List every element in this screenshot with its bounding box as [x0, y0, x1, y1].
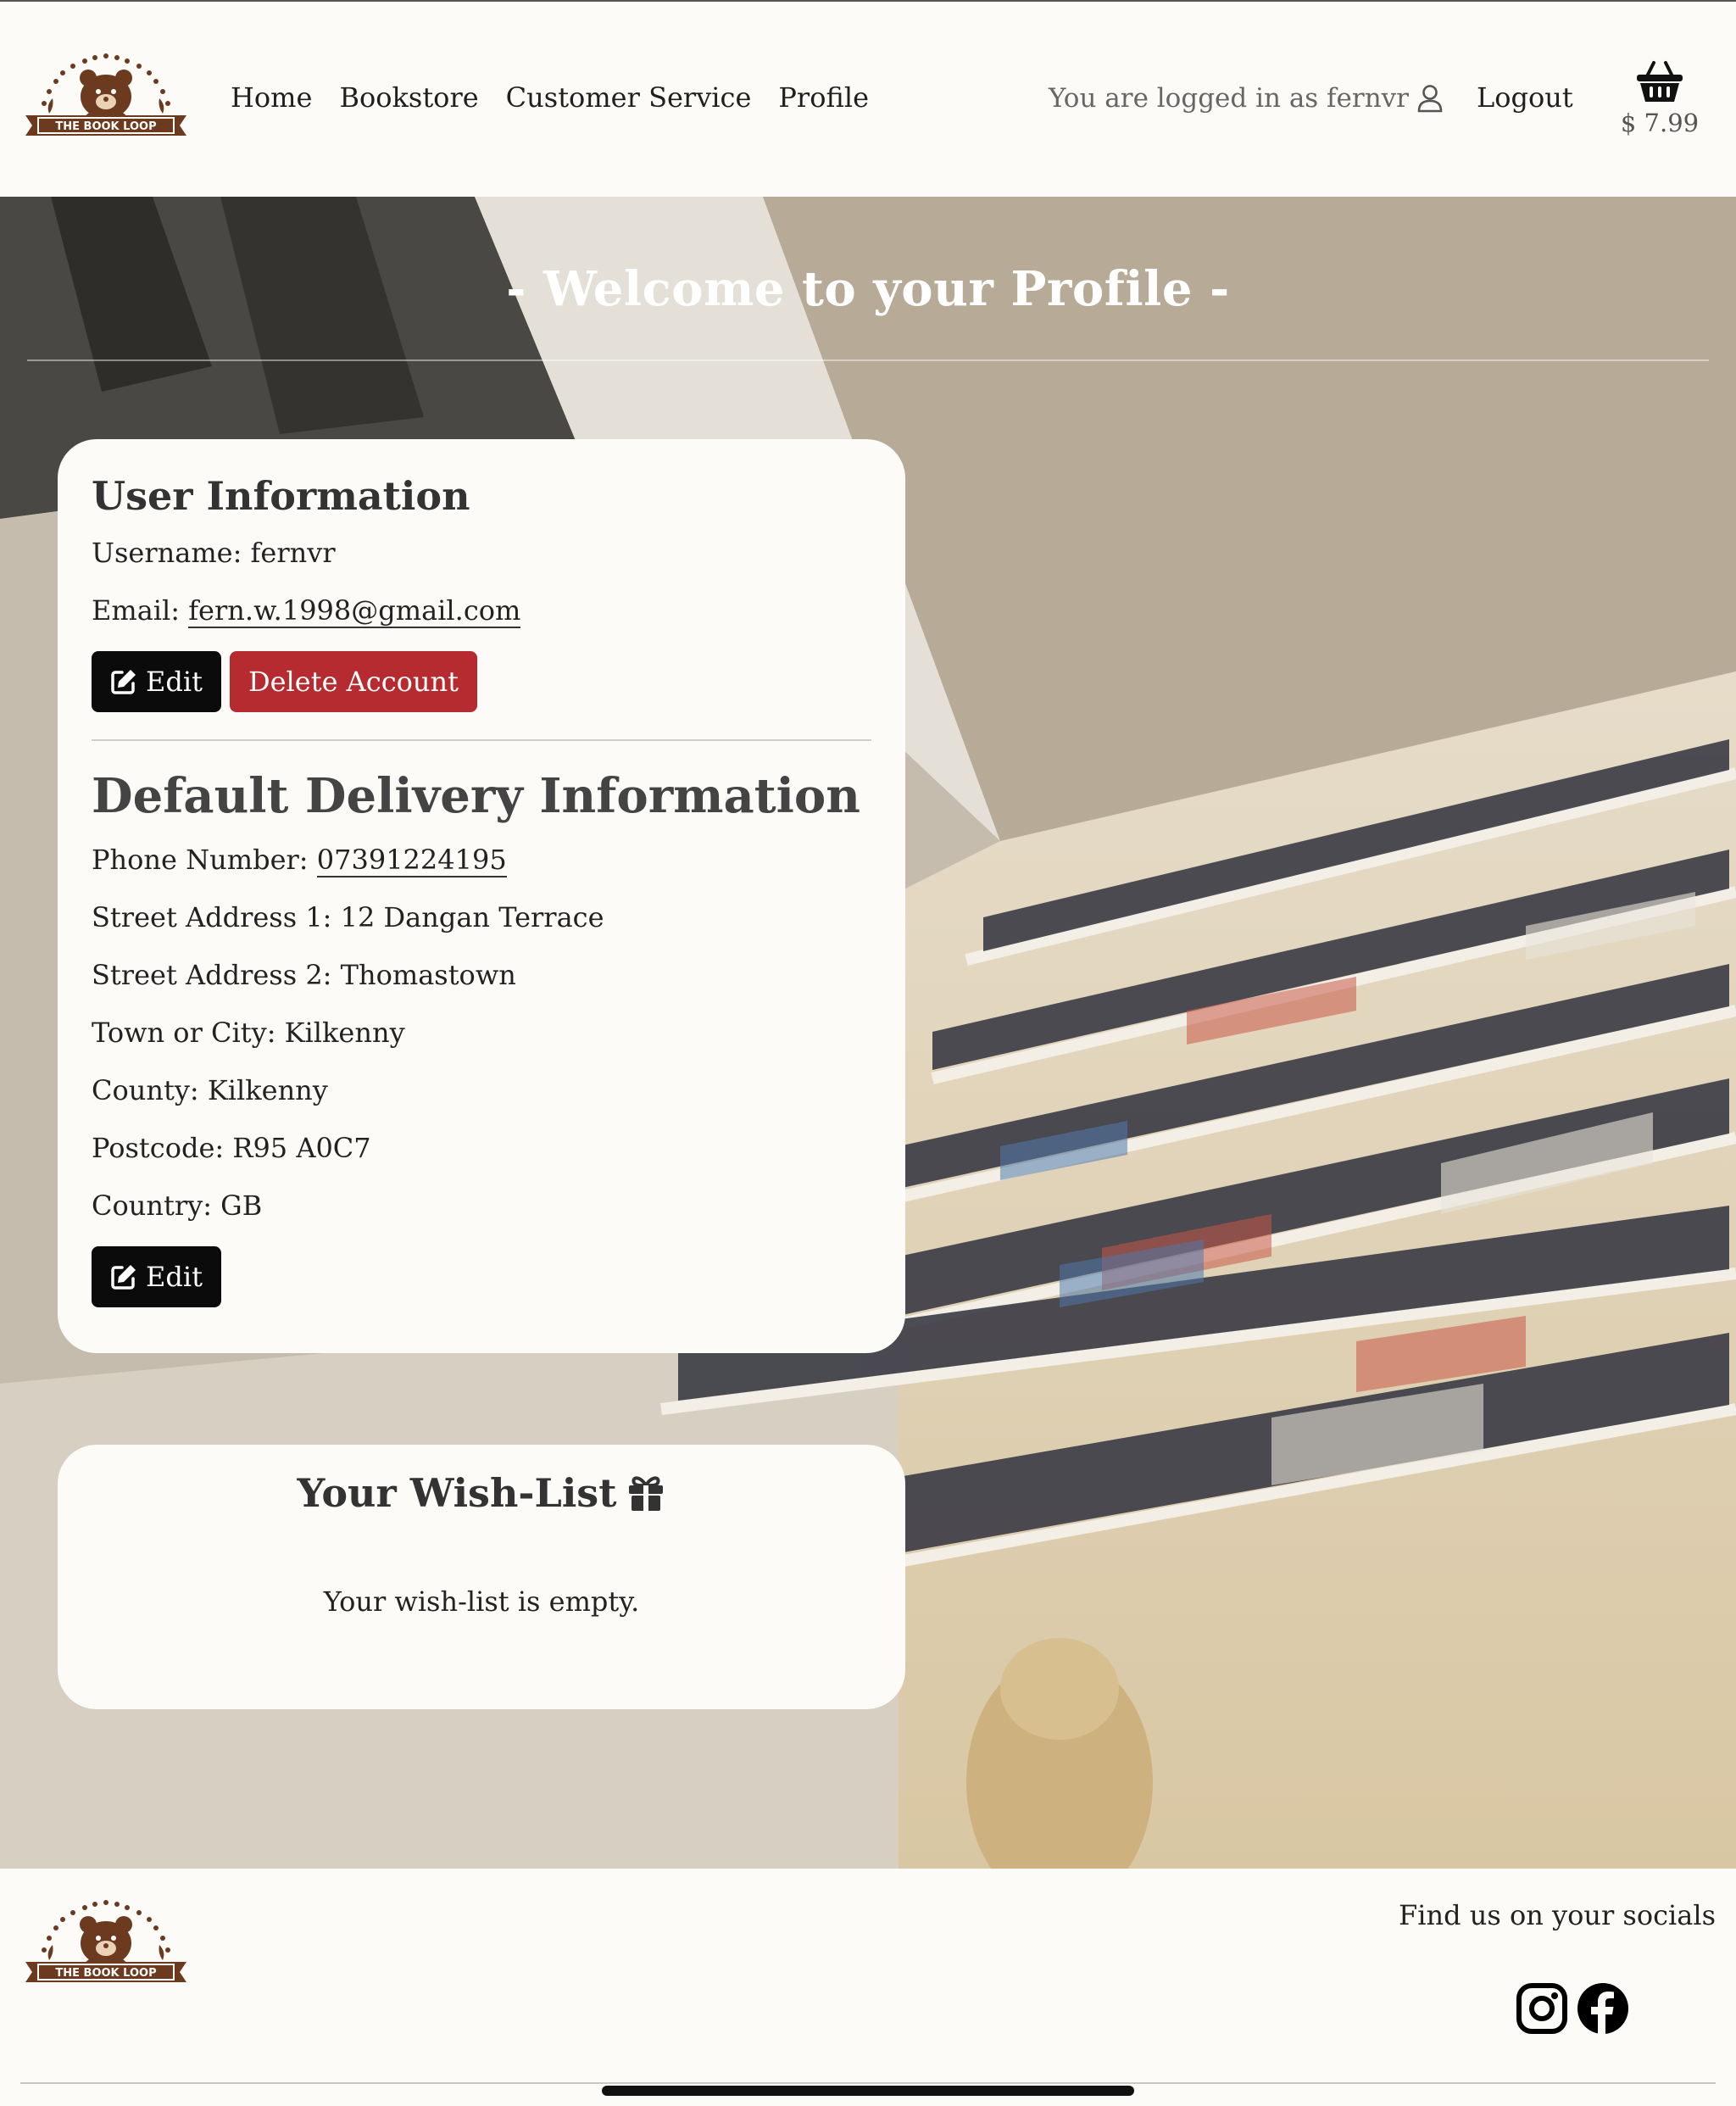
gift-icon	[629, 1476, 664, 1511]
edit-user-button[interactable]: Edit	[92, 651, 221, 712]
delivery-actions: Edit	[92, 1246, 871, 1307]
footer-logo-text: THE BOOK LOOP	[55, 1967, 156, 1980]
facebook-icon[interactable]	[1577, 1982, 1629, 2035]
edit-delivery-label: Edit	[146, 1261, 203, 1293]
email-label: Email:	[92, 594, 181, 627]
user-information-heading: User Information	[92, 473, 470, 519]
login-status: You are logged in as fernvr	[1049, 83, 1443, 114]
nav-customer-service[interactable]: Customer Service	[506, 81, 752, 114]
user-actions: Edit Delete Account	[92, 651, 871, 712]
edit-icon	[111, 670, 136, 694]
email-link[interactable]: fern.w.1998@gmail.com	[188, 594, 521, 628]
page-title: - Welcome to your Profile -	[506, 261, 1230, 317]
nav-bookstore[interactable]: Bookstore	[339, 81, 478, 114]
section-divider	[92, 739, 871, 741]
street-address-1: Street Address 1: 12 Dangan Terrace	[92, 901, 604, 933]
email-row: Email: fern.w.1998@gmail.com	[92, 593, 871, 628]
nav-home[interactable]: Home	[231, 81, 312, 114]
street-address-2: Street Address 2: Thomastown	[92, 959, 516, 991]
wish-list-heading: Your Wish-List	[298, 1470, 666, 1516]
instagram-icon[interactable]	[1516, 1982, 1568, 2035]
delete-account-button[interactable]: Delete Account	[229, 651, 477, 712]
delivery-heading: Default Delivery Information	[92, 768, 860, 824]
phone-row: Phone Number: 07391224195	[92, 843, 871, 878]
login-status-text: You are logged in as fernvr	[1049, 83, 1409, 114]
edit-icon	[111, 1265, 136, 1290]
county: County: Kilkenny	[92, 1074, 328, 1106]
wish-list-card: Your Wish-List Your wish-list is empty.	[58, 1445, 905, 1709]
profile-hero: - Welcome to your Profile - User Informa…	[0, 197, 1736, 1869]
logout-link[interactable]: Logout	[1477, 81, 1573, 114]
wish-list-title: Your Wish-List	[297, 1470, 617, 1516]
site-header: THE BOOK LOOP Home Bookstore Customer Se…	[0, 2, 1736, 197]
wish-list-empty-message: Your wish-list is empty.	[323, 1585, 640, 1618]
site-footer: THE BOOK LOOP Find us on your socials	[0, 1869, 1736, 2106]
edit-user-label: Edit	[146, 666, 203, 698]
footer-logo[interactable]: THE BOOK LOOP	[22, 1894, 190, 1996]
country: Country: GB	[92, 1190, 263, 1222]
username-value: fernvr	[250, 537, 336, 569]
delete-account-label: Delete Account	[248, 666, 459, 698]
basket-icon	[1637, 61, 1683, 102]
footer-divider	[20, 2082, 1716, 2084]
nav-profile[interactable]: Profile	[778, 81, 869, 114]
town-or-city: Town or City: Kilkenny	[92, 1017, 405, 1049]
basket-total: $ 7.99	[1620, 109, 1700, 137]
site-logo[interactable]: THE BOOK LOOP	[22, 47, 190, 149]
home-indicator	[602, 2086, 1134, 2096]
user-information-card: User Information Username: fernvr Email:…	[58, 439, 905, 1353]
phone-link[interactable]: 07391224195	[316, 844, 507, 878]
edit-delivery-button[interactable]: Edit	[92, 1246, 221, 1307]
user-icon	[1417, 85, 1443, 113]
phone-label: Phone Number:	[92, 844, 309, 876]
postcode: Postcode: R95 A0C7	[92, 1132, 371, 1164]
username-row: Username: fernvr	[92, 536, 871, 570]
main-nav: Home Bookstore Customer Service Profile	[231, 81, 869, 114]
username-label: Username:	[92, 537, 242, 569]
socials-heading: Find us on your socials	[1399, 1899, 1716, 1931]
hero-divider	[27, 359, 1709, 361]
basket-button[interactable]: $ 7.99	[1617, 59, 1702, 137]
logo-text: THE BOOK LOOP	[55, 120, 156, 133]
